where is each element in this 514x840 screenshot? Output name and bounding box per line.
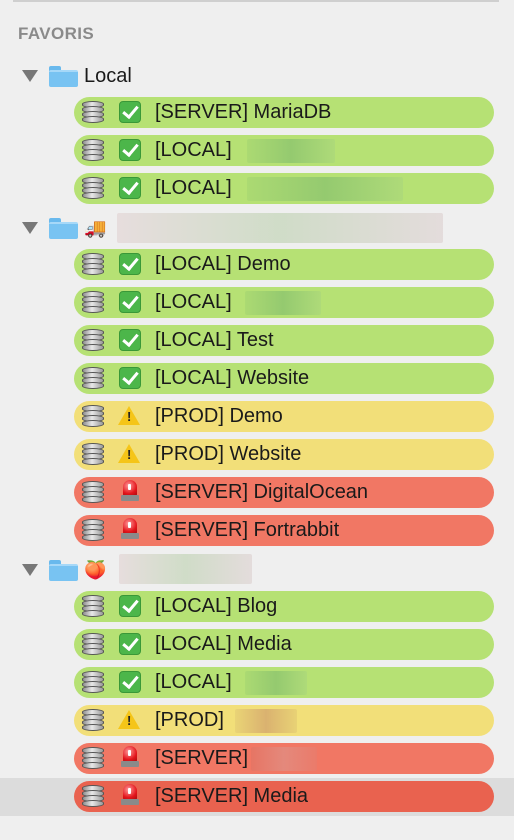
redacted-text [235, 709, 297, 733]
check-icon [119, 139, 141, 161]
database-icon [82, 367, 104, 390]
folder-icon [49, 560, 78, 581]
favorite-item[interactable]: [SERVER] MariaDB [74, 97, 494, 128]
disclosure-triangle-icon[interactable] [22, 222, 38, 234]
favorite-label: [LOCAL] Demo [155, 253, 291, 275]
database-icon [82, 253, 104, 276]
disclosure-triangle-icon[interactable] [22, 70, 38, 82]
check-icon [119, 633, 141, 655]
favorite-label: [SERVER] Fortrabbit [155, 519, 340, 541]
favorite-label: [LOCAL] Media [155, 633, 292, 655]
favorite-label: [LOCAL] Website [155, 367, 310, 389]
siren-icon [121, 518, 139, 540]
favorite-label: [PROD] Demo [155, 405, 283, 427]
check-icon [119, 253, 141, 275]
database-icon [82, 177, 104, 200]
database-icon [82, 443, 104, 466]
favorite-item[interactable]: [LOCAL] Demo [74, 249, 494, 280]
redacted-text [251, 747, 317, 771]
database-icon [82, 785, 104, 808]
database-icon [82, 633, 104, 656]
favorite-item[interactable]: [LOCAL] [74, 667, 494, 698]
favorite-item[interactable]: [LOCAL] Media [74, 629, 494, 660]
favorite-item[interactable]: [LOCAL] Website [74, 363, 494, 394]
favorite-item[interactable]: ! [PROD] Demo [74, 401, 494, 432]
favorite-item[interactable]: ! [PROD] [74, 705, 494, 736]
siren-icon [121, 746, 139, 768]
redacted-text [117, 213, 443, 243]
favorite-item[interactable]: [SERVER] [74, 743, 494, 774]
siren-icon [121, 480, 139, 502]
favorite-label: [PROD] Website [155, 443, 302, 465]
favorite-item[interactable]: [LOCAL] [74, 287, 494, 318]
database-icon [82, 747, 104, 770]
folder-icon [49, 66, 78, 87]
redacted-text [119, 554, 252, 584]
favorite-label: [LOCAL] [155, 177, 232, 199]
database-icon [82, 595, 104, 618]
database-icon [82, 291, 104, 314]
favorite-label: [SERVER] DigitalOcean [155, 481, 369, 503]
favorite-label: [SERVER] MariaDB [155, 101, 332, 123]
favorite-item[interactable]: [SERVER] Fortrabbit [74, 515, 494, 546]
database-icon [82, 481, 104, 504]
favorite-label: [LOCAL] Test [155, 329, 274, 351]
favorite-label: [LOCAL] Blog [155, 595, 278, 617]
favorite-item[interactable]: [SERVER] DigitalOcean [74, 477, 494, 508]
redacted-text [247, 139, 335, 163]
peach-icon: 🍑 [84, 560, 107, 580]
check-icon [119, 329, 141, 351]
top-divider [13, 0, 499, 2]
database-icon [82, 519, 104, 542]
favorite-label: [SERVER] [155, 747, 248, 769]
favorite-item[interactable]: ! [PROD] Website [74, 439, 494, 470]
truck-icon: 🚚 [84, 218, 107, 238]
siren-icon [121, 784, 139, 806]
database-icon [82, 101, 104, 124]
favorite-item-selected[interactable]: [SERVER] Media [74, 781, 494, 812]
check-icon [119, 291, 141, 313]
database-icon [82, 139, 104, 162]
favorite-label: [LOCAL] [155, 139, 232, 161]
favorite-item[interactable]: [LOCAL] [74, 173, 494, 204]
favorite-item[interactable]: [LOCAL] Test [74, 325, 494, 356]
database-icon [82, 671, 104, 694]
group-label: Local [84, 65, 132, 87]
check-icon [119, 671, 141, 693]
database-icon [82, 329, 104, 352]
redacted-text [245, 671, 307, 695]
favorite-label: [LOCAL] [155, 291, 232, 313]
disclosure-triangle-icon[interactable] [22, 564, 38, 576]
favorite-label: [LOCAL] [155, 671, 232, 693]
database-icon [82, 709, 104, 732]
favorite-label: [PROD] [155, 709, 224, 731]
redacted-text [245, 291, 321, 315]
favorite-item[interactable]: [LOCAL] Blog [74, 591, 494, 622]
redacted-text [247, 177, 403, 201]
section-title-favoris: FAVORIS [18, 24, 95, 43]
check-icon [119, 595, 141, 617]
folder-icon [49, 218, 78, 239]
check-icon [119, 177, 141, 199]
check-icon [119, 101, 141, 123]
favorite-label: [SERVER] Media [155, 785, 309, 807]
check-icon [119, 367, 141, 389]
favorite-item[interactable]: [LOCAL] [74, 135, 494, 166]
database-icon [82, 405, 104, 428]
